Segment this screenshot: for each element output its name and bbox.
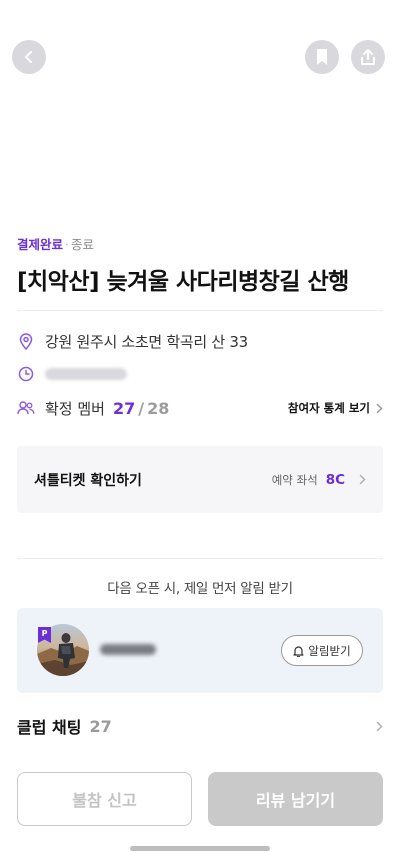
confirmed-members-count: 27 [112,398,136,418]
people-icon [17,399,35,417]
date-text-redacted [45,368,127,380]
bookmark-icon [317,49,327,65]
title-divider [17,310,383,311]
bookmark-button[interactable] [305,40,339,74]
share-icon [361,49,375,65]
location-text: 강원 원주시 소초면 학곡리 산 33 [45,332,248,351]
confirmed-members-label: 확정 멤버 [45,399,105,418]
section-divider [17,558,383,559]
clock-icon [17,365,35,383]
club-chat-label: 클럽 채팅 [17,718,82,737]
payment-status-badge: 결제완료 [17,237,64,252]
members-row: 확정 멤버 27 / 28 참여자 통계 보기 [17,397,383,419]
members-slash: / [138,398,145,418]
participant-stats-label: 참여자 통계 보기 [287,401,370,415]
shuttle-ticket-title: 셔틀티켓 확인하기 [34,472,142,489]
host-name-redacted [100,644,156,655]
absence-report-button[interactable]: 불참 신고 [17,772,192,826]
bell-icon [293,645,304,657]
back-button[interactable] [12,40,46,74]
notification-button-label: 알림받기 [308,643,351,658]
club-chat-row[interactable]: 클럽 채팅 27 [17,714,383,738]
status-line: 결제완료 · 종료 [17,234,94,253]
status-separator: · [65,237,69,252]
event-title: [치악산] 늦겨울 사다리병창길 산행 [17,269,349,295]
club-chat-count: 27 [89,716,112,736]
home-indicator [130,846,270,851]
next-open-alert-text: 다음 오픈 시, 제일 먼저 알림 받기 [107,581,293,597]
participant-stats-link[interactable]: 참여자 통계 보기 [288,397,383,419]
members-capacity: 28 [147,398,170,418]
share-button[interactable] [351,40,385,74]
notification-button[interactable]: 알림받기 [281,635,363,666]
event-state-badge: 종료 [71,237,95,252]
shuttle-ticket-card[interactable]: 셔틀티켓 확인하기 예약 좌석 8C [17,446,383,513]
chevron-right-icon [376,403,383,413]
host-card: P 알림받기 [17,608,383,693]
location-row: 강원 원주시 소초면 학곡리 산 33 [17,330,383,352]
chevron-right-icon [376,721,383,731]
chevron-right-icon [359,474,366,485]
chevron-left-icon [25,51,32,63]
location-pin-icon [17,332,35,350]
reserved-seat-label: 예약 좌석 [271,472,318,487]
date-row [17,363,383,385]
reserved-seat-value: 8C [325,471,345,488]
write-review-button[interactable]: 리뷰 남기기 [208,772,383,826]
